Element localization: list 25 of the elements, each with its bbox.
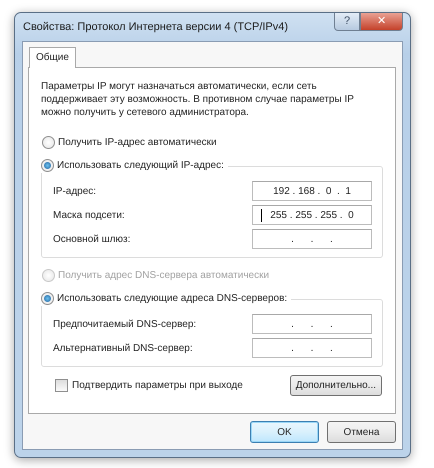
description-text: Параметры IP могут назначаться автоматически, если сеть поддерживает эту возможность. В противном случае параметры IP можно получить у сетевого администратора. bbox=[41, 80, 355, 119]
window-title: Свойства: Протокол Интернета версии 4 (TCP/IPv4) bbox=[22, 20, 290, 35]
tab[interactable]: Общие bbox=[29, 47, 76, 68]
advanced-button[interactable]: Дополнительно... bbox=[290, 375, 382, 396]
field-label: IP-адрес: bbox=[53, 184, 98, 198]
radio-button[interactable] bbox=[41, 159, 54, 172]
field-label: Альтернативный DNS-сервер: bbox=[53, 342, 194, 356]
help-button[interactable]: ? bbox=[334, 13, 360, 31]
ok-button[interactable]: OK bbox=[250, 421, 319, 443]
ip-address-field[interactable]: . . . bbox=[252, 314, 372, 334]
radio-label[interactable]: Получить IP-адрес автоматически bbox=[58, 135, 217, 150]
checkbox[interactable] bbox=[55, 379, 68, 392]
radio-label[interactable]: Использовать следующий IP-адрес: bbox=[57, 158, 224, 173]
radio-button[interactable] bbox=[42, 136, 55, 149]
ip-address-field[interactable]: . . . bbox=[252, 338, 372, 358]
radio-label[interactable]: Использовать следующие адреса DNS-серверов: bbox=[57, 291, 288, 306]
field-label: Предпочитаемый DNS-сервер: bbox=[53, 318, 198, 332]
ip-address-field[interactable]: 255 . 255 . 255 . 0 bbox=[252, 205, 372, 225]
ip-address-field[interactable]: 192 . 168 . 0 . 1 bbox=[252, 181, 372, 201]
field-label: Маска подсети: bbox=[53, 208, 126, 222]
ip-address-field[interactable]: . . . bbox=[252, 229, 372, 249]
cancel-button[interactable]: Отмена bbox=[327, 421, 396, 443]
field-label: Основной шлюз: bbox=[53, 232, 132, 246]
checkbox-label[interactable]: Подтвердить параметры при выходе bbox=[72, 378, 243, 393]
radio-button[interactable] bbox=[41, 292, 54, 305]
